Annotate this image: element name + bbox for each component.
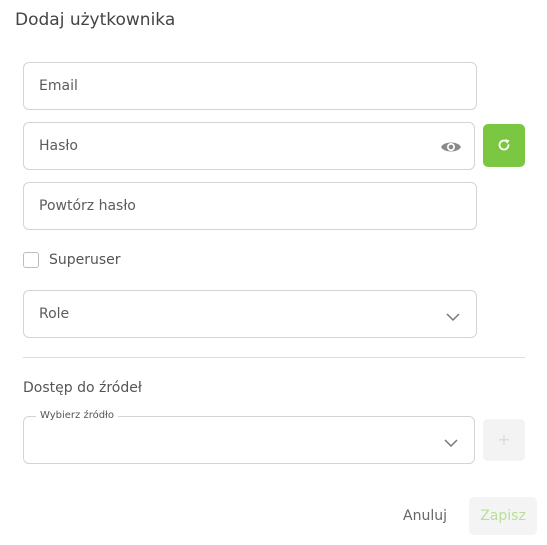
eye-icon[interactable] — [440, 137, 462, 157]
password-field[interactable]: Hasło — [23, 122, 475, 170]
email-placeholder: Email — [39, 78, 78, 94]
email-field[interactable]: Email — [23, 62, 477, 110]
password-placeholder: Hasło — [39, 138, 78, 154]
dialog-title: Dodaj użytkownika — [15, 10, 176, 30]
role-placeholder: Role — [39, 306, 70, 322]
sources-section-label: Dostęp do źródeł — [23, 380, 142, 396]
superuser-label[interactable]: Superuser — [49, 252, 121, 268]
role-select[interactable]: Role — [23, 290, 477, 338]
source-select[interactable]: Wybierz źródło — [23, 410, 475, 464]
superuser-checkbox[interactable] — [23, 252, 39, 268]
refresh-icon — [498, 139, 510, 151]
chevron-down-icon — [443, 434, 459, 448]
save-button[interactable]: Zapisz — [469, 497, 537, 535]
add-user-dialog: Dodaj użytkownika Email Hasło Powtórz ha… — [0, 0, 547, 545]
repeat-password-placeholder: Powtórz hasło — [39, 198, 136, 214]
repeat-password-field[interactable]: Powtórz hasło — [23, 182, 477, 230]
generate-password-button[interactable] — [483, 124, 525, 167]
add-icon: + — [497, 430, 511, 449]
cancel-button[interactable]: Anuluj — [397, 502, 453, 530]
chevron-down-icon — [445, 308, 461, 322]
divider — [23, 357, 525, 358]
source-select-label: Wybierz źródło — [36, 410, 119, 422]
add-source-button[interactable]: + — [483, 419, 525, 461]
